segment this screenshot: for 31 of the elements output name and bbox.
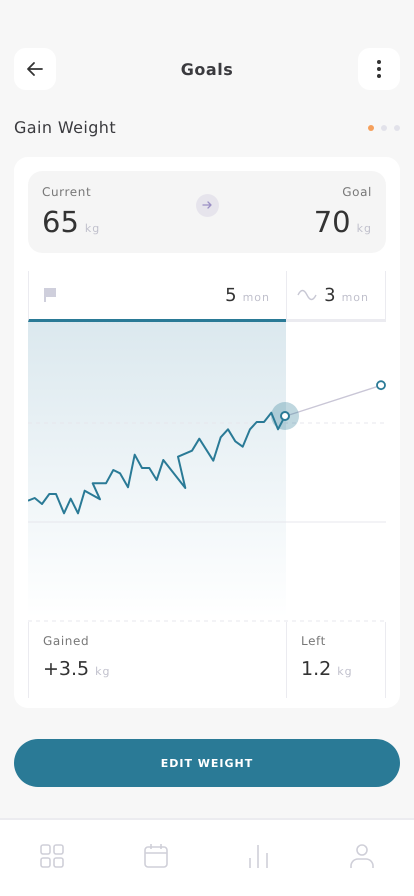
stat-value: +3.5	[43, 658, 90, 680]
edit-weight-button[interactable]: EDIT WEIGHT	[14, 739, 400, 787]
page-dot[interactable]	[368, 124, 374, 130]
calendar-icon[interactable]	[144, 844, 168, 868]
goal-value: 70	[314, 205, 351, 239]
wave-icon	[297, 289, 317, 301]
current-marker	[271, 402, 299, 430]
unit-label: kg	[95, 665, 110, 678]
stat-label: Left	[301, 634, 327, 648]
unit-label: kg	[337, 665, 353, 678]
grid-icon[interactable]	[40, 844, 64, 868]
back-button[interactable]	[14, 48, 56, 90]
back-arrow-icon	[25, 59, 45, 79]
current-value: 65	[42, 205, 79, 239]
period-value: 5	[225, 284, 237, 306]
stat-value: 1.2	[301, 658, 332, 680]
more-icon	[376, 59, 382, 79]
period-tab[interactable]: 3 mon	[286, 271, 386, 322]
goal-marker	[376, 380, 386, 390]
stat-label: Gained	[43, 634, 90, 648]
period-value: 3	[324, 284, 336, 306]
goal-label: Goal	[342, 185, 372, 199]
more-button[interactable]	[358, 48, 400, 90]
flag-icon	[43, 287, 57, 303]
current-label: Current	[42, 185, 92, 199]
unit-label: mon	[242, 290, 270, 304]
profile-icon[interactable]	[350, 844, 374, 868]
goal-title: Gain Weight	[14, 118, 116, 137]
unit-label: mon	[342, 290, 369, 304]
bar-chart-icon[interactable]	[248, 844, 270, 868]
page-title: Goals	[180, 60, 234, 78]
